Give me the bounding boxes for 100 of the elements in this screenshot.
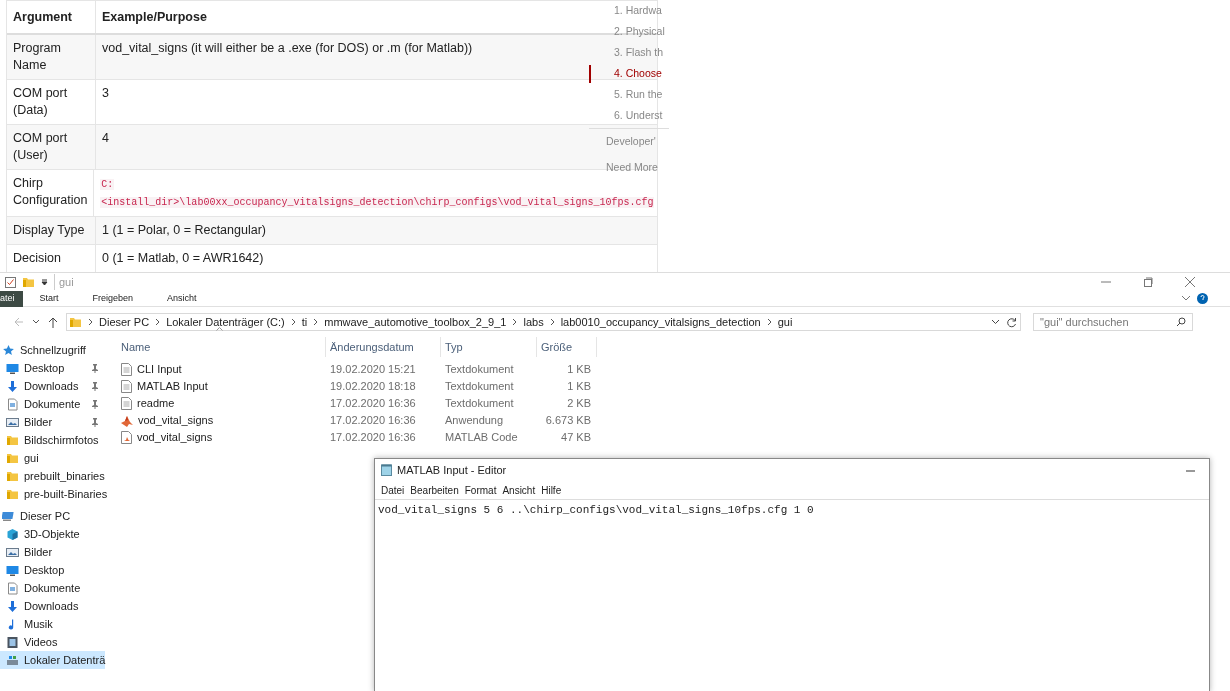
window-title: MATLAB Input - Editor [397, 462, 507, 478]
code-text: C: [100, 179, 115, 190]
file-row[interactable]: vod_vital_signs 17.02.2020 16:36 MATLAB Code 47 KB [117, 429, 1230, 446]
menu-item[interactable]: Hilfe [538, 482, 565, 498]
table-cell-text: Textdokument [444, 379, 515, 395]
table-cell-text: Textdokument [444, 396, 515, 412]
ribbon-tab[interactable]: Start [22, 290, 76, 307]
toc-link[interactable]: 6. Underst [614, 107, 663, 124]
toc-link[interactable]: 2. Physical [614, 23, 665, 40]
sidebar-item[interactable]: Schnellzugriff [0, 341, 105, 359]
sidebar-item[interactable]: Bilder [0, 413, 105, 431]
sidebar-item[interactable]: 3D-Objekte [0, 525, 105, 543]
chevron-right-icon [766, 318, 772, 326]
file-row[interactable]: readme 17.02.2020 16:36 Textdokument 2 KB [117, 395, 1230, 412]
sidebar-item[interactable]: gui [0, 449, 105, 467]
file-row[interactable]: MATLAB Input 19.02.2020 18:18 Textdokument 1 KB [117, 378, 1230, 395]
sidebar-item[interactable]: prebuilt_binaries [0, 467, 105, 485]
monitor-icon [6, 563, 19, 577]
table-cell-text: 17.02.2020 16:36 [329, 396, 417, 412]
sidebar-item[interactable]: Lokaler Datenträ [0, 651, 105, 669]
sidebar-item[interactable]: Musik [0, 615, 105, 633]
breadcrumb[interactable]: Lokaler Datenträger (C:) [166, 313, 285, 331]
sidebar-item[interactable]: Downloads [0, 597, 105, 615]
column-header: Argument [13, 8, 73, 26]
chevron-down-icon[interactable] [991, 319, 1000, 325]
menu-item[interactable]: Format [461, 482, 500, 498]
file-row[interactable]: CLI Input 19.02.2020 15:21 Textdokument 1 KB [117, 361, 1230, 378]
toc-link[interactable]: 1. Hardwa [614, 2, 662, 19]
close-icon[interactable] [1185, 277, 1195, 287]
up-arrow-icon[interactable] [48, 316, 58, 328]
breadcrumb[interactable]: Dieser PC [99, 313, 150, 331]
column-header[interactable]: Größe [537, 337, 597, 357]
breadcrumb[interactable]: gui [777, 313, 793, 331]
search-icon[interactable] [1176, 317, 1186, 327]
text-file-icon [121, 397, 132, 410]
column-header[interactable]: Typ [441, 337, 537, 357]
properties-icon[interactable] [5, 276, 16, 288]
sidebar-item[interactable]: Downloads [0, 377, 105, 395]
table-cell-text: 1 KB [566, 379, 591, 395]
table-cell-text: 17.02.2020 16:36 [329, 413, 417, 429]
chevron-right-icon [290, 318, 296, 326]
sidebar-item[interactable]: Dokumente [0, 395, 105, 413]
sidebar-item[interactable]: Bilder [0, 543, 105, 561]
folder-icon [6, 433, 19, 447]
table-cell: 0 (1 = Matlab, 0 = AWR1642) [102, 251, 264, 265]
table-cell-text: Anwendung [444, 413, 505, 429]
document-icon [6, 397, 19, 411]
address-bar[interactable]: Dieser PC Lokaler Datenträger (C:) ti mmwave_automotive_toolbox_2_9_1 labs lab0010_occupancy_vitalsigns_detection gui [66, 313, 1021, 331]
maximize-icon[interactable] [1143, 277, 1153, 287]
chevron-right-icon [155, 318, 161, 326]
file-row[interactable]: vod_vital_signs 17.02.2020 16:36 Anwendung 6.673 KB [117, 412, 1230, 429]
document-icon [6, 581, 19, 595]
ribbon-tab[interactable]: Ansicht [150, 290, 214, 307]
sidebar-item[interactable]: Dokumente [0, 579, 105, 597]
sidebar-item[interactable]: Desktop [0, 359, 105, 377]
help-icon[interactable] [1197, 293, 1208, 304]
toc-link[interactable]: Developer' [606, 134, 656, 150]
chevron-down-icon[interactable] [32, 319, 40, 325]
table-cell: Decision [13, 251, 61, 265]
file-name: MATLAB Input [137, 379, 208, 395]
menu-item[interactable]: Datei [378, 482, 408, 498]
table-cell: 4 [102, 131, 109, 145]
toc-link[interactable]: 4. Choose [614, 65, 662, 82]
table-cell: 1 (1 = Polar, 0 = Rectangular) [102, 223, 266, 237]
file-name: vod_vital_signs [137, 430, 213, 446]
breadcrumb[interactable]: ti [301, 313, 308, 331]
download-icon [6, 379, 19, 393]
table-cell-text: 1 KB [566, 362, 591, 378]
monitor-icon [6, 361, 19, 375]
breadcrumb[interactable]: lab0010_occupancy_vitalsigns_detection [560, 313, 761, 331]
text-editor-area[interactable]: vod_vital_signs 5 6 ..\chirp_configs\vod_vital_signs_10fps.cfg 1 0 [375, 499, 1209, 691]
menu-item[interactable]: Bearbeiten [407, 482, 462, 498]
sidebar-item[interactable]: Desktop [0, 561, 105, 579]
toc-link[interactable]: Need More [606, 160, 658, 176]
drive-icon [6, 653, 19, 667]
table-cell-text: Textdokument [444, 362, 515, 378]
refresh-icon[interactable] [1006, 316, 1017, 328]
ribbon-tab[interactable]: Freigeben [75, 290, 151, 307]
table-cell-text: 19.02.2020 15:21 [329, 362, 417, 378]
table-cell: Display Type [13, 223, 85, 237]
sidebar-item[interactable]: Videos [0, 633, 105, 651]
folder-icon [6, 469, 19, 483]
sidebar-item[interactable]: Bildschirmfotos [0, 431, 105, 449]
menu-item[interactable]: Ansicht [499, 482, 539, 498]
ribbon-tab[interactable]: atei [0, 290, 23, 307]
editor-text: vod_vital_signs 5 6 ..\chirp_configs\vod_vital_signs_10fps.cfg 1 0 [378, 504, 814, 516]
column-header[interactable]: Name [117, 337, 326, 357]
sidebar-item[interactable]: Dieser PC [0, 507, 105, 525]
breadcrumb[interactable]: mmwave_automotive_toolbox_2_9_1 [324, 313, 507, 331]
dropdown-arrow-icon[interactable] [41, 278, 48, 286]
sidebar-item[interactable]: pre-built-Binaries [0, 485, 105, 503]
column-header[interactable]: Änderungsdatum [326, 337, 441, 357]
table-cell: vod_vital_signs (it will either be a .exe (for DOS) or .m (for Matlab)) [102, 41, 473, 55]
toc-link[interactable]: 5. Run the [614, 86, 663, 103]
picture-icon [6, 545, 19, 559]
breadcrumb[interactable]: labs [523, 313, 544, 331]
toc-link[interactable]: 3. Flash th [614, 44, 664, 61]
chevron-down-icon[interactable] [1181, 295, 1191, 302]
table-cell-text: 47 KB [560, 430, 591, 446]
file-name: vod_vital_signs [138, 413, 214, 429]
